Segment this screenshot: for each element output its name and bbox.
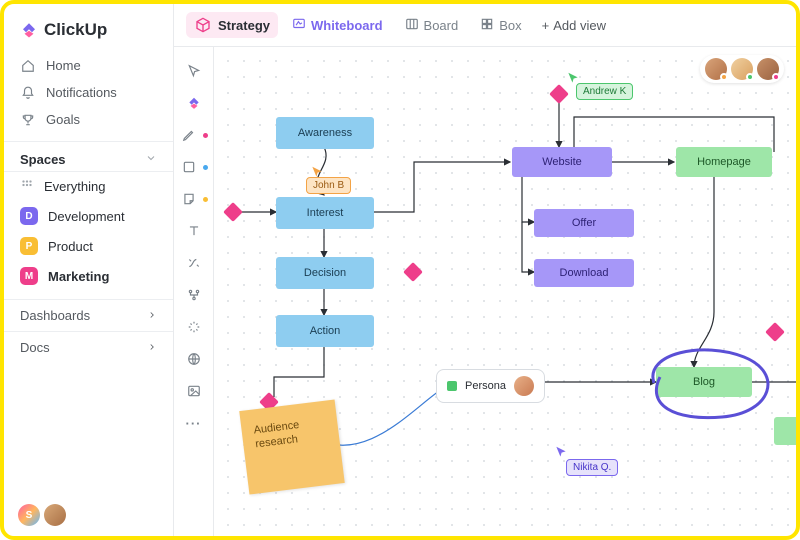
space-product[interactable]: P Product	[4, 231, 173, 261]
topbar: Strategy Whiteboard Board Box + Add view	[174, 4, 796, 47]
section-title: Spaces	[20, 152, 66, 167]
clickup-logo-icon	[20, 21, 38, 39]
connector-handle[interactable]	[765, 322, 785, 342]
tool-image[interactable]	[184, 381, 204, 401]
sidebar-section-spaces[interactable]: Spaces	[4, 141, 173, 172]
space-label: Everything	[44, 179, 105, 194]
cursor-icon	[554, 445, 568, 462]
breadcrumb-label: Strategy	[218, 18, 270, 33]
space-marketing[interactable]: M Marketing	[4, 261, 173, 291]
status-square-icon	[447, 381, 457, 391]
sticky-note[interactable]: Audience research	[239, 399, 345, 494]
whiteboard-icon	[292, 17, 306, 34]
nav-label: Home	[46, 58, 81, 73]
node-offer[interactable]: Offer	[534, 209, 634, 237]
freehand-circle	[634, 343, 784, 423]
trophy-icon	[20, 113, 36, 127]
collab-chip-andrew: Andrew K	[576, 83, 633, 100]
color-dot	[203, 165, 208, 170]
nav-docs[interactable]: Docs	[4, 331, 173, 363]
tool-clickup[interactable]	[184, 93, 204, 113]
board-icon	[405, 17, 419, 34]
color-dot	[203, 197, 208, 202]
home-icon	[20, 59, 36, 73]
breadcrumb[interactable]: Strategy	[186, 12, 278, 38]
row-label: Dashboards	[20, 308, 90, 323]
chevron-right-icon	[147, 308, 157, 323]
avatar	[514, 376, 534, 396]
tool-more[interactable]: ···	[184, 413, 204, 433]
grid-icon	[20, 178, 34, 195]
view-whiteboard[interactable]: Whiteboard	[284, 13, 391, 38]
add-view-label: Add view	[553, 18, 606, 33]
box-icon	[480, 17, 494, 34]
tool-text[interactable]	[184, 221, 204, 241]
space-badge: M	[20, 267, 38, 285]
collab-chip-nikita: Nikita Q.	[566, 459, 618, 476]
nav-goals[interactable]: Goals	[4, 106, 173, 133]
add-view-button[interactable]: + Add view	[536, 14, 612, 37]
tool-sticky[interactable]	[179, 189, 199, 209]
tool-select[interactable]	[184, 61, 204, 81]
whiteboard-toolbox: ···	[174, 47, 214, 536]
avatar[interactable]	[705, 58, 727, 80]
node-action[interactable]: Action	[276, 315, 374, 347]
node-awareness[interactable]: Awareness	[276, 117, 374, 149]
tool-embed[interactable]	[184, 317, 204, 337]
row-label: Docs	[20, 340, 50, 355]
nav-home[interactable]: Home	[4, 52, 173, 79]
connector-handle[interactable]	[403, 262, 423, 282]
tool-shape[interactable]	[179, 157, 199, 177]
avatar[interactable]	[731, 58, 753, 80]
node-decision[interactable]: Decision	[276, 257, 374, 289]
chevron-right-icon	[147, 340, 157, 355]
avatar[interactable]: S	[18, 504, 40, 526]
plus-icon: +	[542, 18, 550, 33]
collab-chip-john: John B	[306, 177, 351, 194]
cube-icon	[194, 16, 212, 34]
space-label: Marketing	[48, 269, 109, 284]
node-website[interactable]: Website	[512, 147, 612, 177]
tool-pen[interactable]	[179, 125, 199, 145]
nav-notifications[interactable]: Notifications	[4, 79, 173, 106]
bell-icon	[20, 86, 36, 100]
connector-handle[interactable]	[223, 202, 243, 222]
whiteboard-canvas[interactable]: Awareness Interest Decision Action Websi…	[214, 47, 796, 536]
space-label: Product	[48, 239, 93, 254]
sidebar: ClickUp Home Notifications Goals Spaces …	[4, 4, 174, 536]
view-label: Board	[424, 18, 459, 33]
main-area: Strategy Whiteboard Board Box + Add view	[174, 4, 796, 536]
nav-label: Notifications	[46, 85, 117, 100]
nav-dashboards[interactable]: Dashboards	[4, 299, 173, 331]
avatar[interactable]	[757, 58, 779, 80]
node-persona[interactable]: Persona	[436, 369, 545, 403]
view-box[interactable]: Box	[472, 13, 529, 38]
presence-dot	[720, 73, 728, 81]
tool-web[interactable]	[184, 349, 204, 369]
color-dot	[203, 133, 208, 138]
node-homepage[interactable]: Homepage	[676, 147, 772, 177]
tool-relations[interactable]	[184, 285, 204, 305]
sidebar-footer-avatars: S	[18, 504, 66, 526]
space-everything[interactable]: Everything	[4, 172, 173, 201]
space-label: Development	[48, 209, 125, 224]
view-label: Box	[499, 18, 521, 33]
chevron-down-icon	[145, 152, 157, 167]
persona-label: Persona	[465, 380, 506, 392]
tool-connector[interactable]	[184, 253, 204, 273]
node-download[interactable]: Download	[534, 259, 634, 287]
nav-label: Goals	[46, 112, 80, 127]
presence-avatars[interactable]	[700, 55, 784, 83]
space-development[interactable]: D Development	[4, 201, 173, 231]
node-interest[interactable]: Interest	[276, 197, 374, 229]
space-badge: P	[20, 237, 38, 255]
avatar[interactable]	[44, 504, 66, 526]
space-badge: D	[20, 207, 38, 225]
view-board[interactable]: Board	[397, 13, 467, 38]
presence-dot	[772, 73, 780, 81]
presence-dot	[746, 73, 754, 81]
view-label: Whiteboard	[311, 18, 383, 33]
brand-name: ClickUp	[44, 20, 107, 40]
brand-logo: ClickUp	[4, 12, 173, 52]
